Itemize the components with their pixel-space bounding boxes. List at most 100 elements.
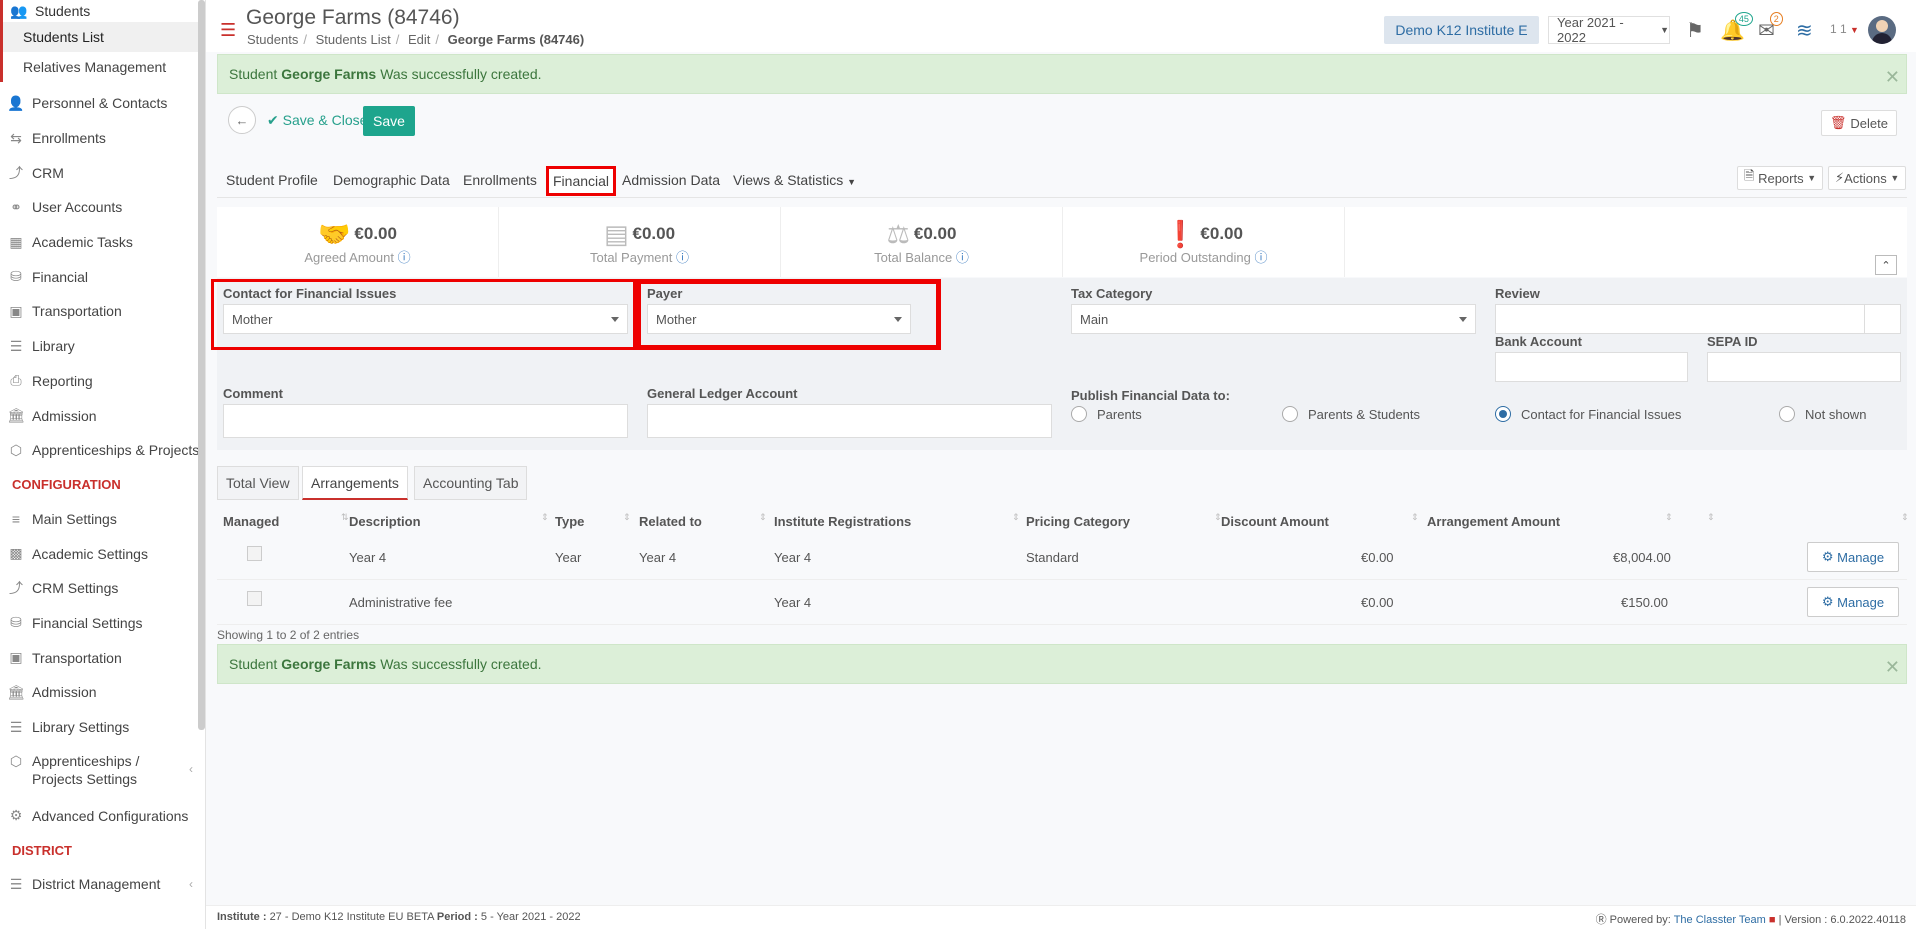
save-button[interactable]: Save xyxy=(363,106,415,136)
info-icon[interactable]: ⓘ xyxy=(676,250,689,265)
sidebar-item-library[interactable]: ☰ Library xyxy=(0,329,205,364)
gl-account-input[interactable] xyxy=(647,404,1052,438)
institute-badge[interactable]: Demo K12 Institute E xyxy=(1384,16,1539,44)
info-icon[interactable]: ⓘ xyxy=(1254,250,1267,265)
delete-button[interactable]: 🗑 Delete xyxy=(1820,110,1897,136)
sidebar-item-main-settings[interactable]: ≡ Main Settings xyxy=(0,502,205,537)
bank-account-input[interactable] xyxy=(1495,352,1688,382)
tab-student-profile[interactable]: Student Profile xyxy=(226,172,318,188)
tax-category-select[interactable]: Main xyxy=(1071,304,1476,334)
review-addon[interactable] xyxy=(1864,304,1901,334)
breadcrumb-edit[interactable]: Edit xyxy=(408,32,430,47)
manage-button[interactable]: ⚙ Manage xyxy=(1807,587,1899,617)
subtab-arrangements[interactable]: Arrangements xyxy=(302,466,408,500)
radio-contact-financial[interactable]: Contact for Financial Issues xyxy=(1495,406,1681,422)
bank-account-label: Bank Account xyxy=(1495,334,1582,349)
review-input[interactable] xyxy=(1495,304,1865,334)
tab-admission-data[interactable]: Admission Data xyxy=(622,172,720,188)
collapse-button[interactable]: ⌃ xyxy=(1875,255,1897,275)
sidebar-item-crm[interactable]: ⤴ CRM xyxy=(0,155,205,190)
close-icon[interactable]: ✕ xyxy=(1885,657,1900,678)
sidebar-item-enrollments[interactable]: ⇆ Enrollments xyxy=(0,121,205,156)
info-icon[interactable]: ⓘ xyxy=(956,250,969,265)
tab-financial[interactable]: Financial xyxy=(546,166,617,196)
managed-checkbox[interactable] xyxy=(247,546,262,561)
subtab-total-view[interactable]: Total View xyxy=(217,466,299,500)
sort-icon[interactable]: ⇕ xyxy=(1665,512,1673,523)
sidebar-item-reporting[interactable]: ⎙ Reporting xyxy=(0,364,205,399)
payer-select[interactable]: Mother xyxy=(647,304,911,334)
sidebar-item-transportation[interactable]: ▣ Transportation xyxy=(0,294,205,329)
save-close-button[interactable]: ✔ Save & Close xyxy=(267,112,367,129)
sort-icon[interactable]: ⇅ xyxy=(341,512,349,523)
year-select[interactable]: Year 2021 - 2022 ▼ xyxy=(1548,15,1670,45)
sidebar-item-admission-settings[interactable]: 🏛 Admission xyxy=(0,675,205,710)
avatar[interactable] xyxy=(1868,16,1896,44)
comment-input[interactable] xyxy=(223,404,628,438)
hamburger-menu-icon[interactable]: ☰ xyxy=(220,20,236,41)
sidebar-item-advanced-config[interactable]: ⚙ Advanced Configurations xyxy=(0,798,205,833)
sidebar-item-transportation-settings[interactable]: ▣ Transportation xyxy=(0,640,205,675)
sidebar-item-academic-settings[interactable]: ▩ Academic Settings xyxy=(0,536,205,571)
contact-select[interactable]: Mother xyxy=(223,304,628,334)
sidebar-item-students[interactable]: 👥 Students xyxy=(3,0,205,22)
sidebar-item-students-list[interactable]: Students List xyxy=(3,22,205,52)
sidebar-item-admission[interactable]: 🏛 Admission xyxy=(0,398,205,433)
col-description[interactable]: Description xyxy=(349,514,421,529)
managed-checkbox[interactable] xyxy=(247,591,262,606)
stat-total-balance: ⚖ €0.00 Total Balance ⓘ xyxy=(781,207,1063,277)
close-icon[interactable]: ✕ xyxy=(1885,67,1900,88)
sort-icon[interactable]: ⇕ xyxy=(1012,512,1020,523)
manage-button[interactable]: ⚙ Manage xyxy=(1807,542,1899,572)
reports-button[interactable]: 🗎 Reports ▼ xyxy=(1737,166,1824,190)
col-registrations[interactable]: Institute Registrations xyxy=(774,514,911,529)
sidebar-scrollbar[interactable] xyxy=(198,0,205,730)
flag-icon[interactable]: ⚑ xyxy=(1686,18,1704,43)
sidebar-item-relatives[interactable]: Relatives Management xyxy=(3,52,205,82)
sidebar-item-library-settings[interactable]: ☰ Library Settings xyxy=(0,710,205,745)
radio-parents[interactable]: Parents xyxy=(1071,406,1142,422)
mail-icon[interactable]: ✉ 2 xyxy=(1758,12,1783,43)
sort-icon[interactable]: ⇕ xyxy=(1707,512,1715,523)
sort-icon[interactable]: ⇕ xyxy=(623,512,631,523)
sidebar-item-personnel[interactable]: 👤 Personnel & Contacts xyxy=(0,86,205,121)
sidebar-item-user-accounts[interactable]: ⚭ User Accounts xyxy=(0,190,205,225)
sidebar-item-academic-tasks[interactable]: ▦ Academic Tasks xyxy=(0,225,205,260)
main-content: ☰ George Farms (84746) Students / Student… xyxy=(206,0,1916,929)
breadcrumb-students-list[interactable]: Students List xyxy=(316,32,391,47)
actions-button[interactable]: ⚡ Actions ▼ xyxy=(1828,166,1907,190)
col-type[interactable]: Type xyxy=(555,514,584,529)
sidebar-item-financial[interactable]: ⛁ Financial xyxy=(0,259,205,294)
col-managed[interactable]: Managed xyxy=(223,514,279,529)
sidebar-item-apprenticeships-settings[interactable]: ⬡ Apprenticeships / Projects Settings ‹ xyxy=(0,744,205,798)
subtab-accounting[interactable]: Accounting Tab xyxy=(414,466,528,500)
sort-icon[interactable]: ⇕ xyxy=(1411,512,1419,523)
sepa-id-input[interactable] xyxy=(1707,352,1901,382)
breadcrumb-students[interactable]: Students xyxy=(247,32,298,47)
sort-icon[interactable]: ⇕ xyxy=(541,512,549,523)
back-button[interactable]: ← xyxy=(228,106,256,134)
classter-logo-icon: ■ xyxy=(1768,914,1776,926)
sidebar-item-apprenticeships[interactable]: ⬡ Apprenticeships & Projects xyxy=(0,433,205,468)
chevron-left-icon: ‹ xyxy=(189,877,193,892)
classter-team-link[interactable]: The Classter Team xyxy=(1674,914,1766,926)
tab-views-statistics[interactable]: Views & Statistics ▼ xyxy=(733,172,856,188)
check-icon: ✔ xyxy=(267,112,279,128)
info-icon[interactable]: ⓘ xyxy=(398,250,411,265)
sort-icon[interactable]: ⇕ xyxy=(1901,512,1909,523)
sidebar-item-district-management[interactable]: ☰ District Management ‹ xyxy=(0,867,205,902)
sidebar-item-financial-settings[interactable]: ⛁ Financial Settings xyxy=(0,606,205,641)
col-amount[interactable]: Arrangement Amount xyxy=(1427,514,1560,529)
tab-enrollments[interactable]: Enrollments xyxy=(463,172,537,188)
sidebar-item-crm-settings[interactable]: ⤴ CRM Settings xyxy=(0,571,205,606)
radio-not-shown[interactable]: Not shown xyxy=(1779,406,1866,422)
user-name[interactable]: 1 1 ▼ xyxy=(1830,22,1859,36)
bell-icon[interactable]: 🔔 45 xyxy=(1720,12,1753,43)
col-pricing[interactable]: Pricing Category xyxy=(1026,514,1130,529)
tab-demographic-data[interactable]: Demographic Data xyxy=(333,172,450,188)
layers-icon[interactable]: ≋ xyxy=(1796,18,1813,43)
sort-icon[interactable]: ⇕ xyxy=(759,512,767,523)
col-related[interactable]: Related to xyxy=(639,514,702,529)
radio-parents-students[interactable]: Parents & Students xyxy=(1282,406,1420,422)
col-discount[interactable]: Discount Amount xyxy=(1221,514,1329,529)
